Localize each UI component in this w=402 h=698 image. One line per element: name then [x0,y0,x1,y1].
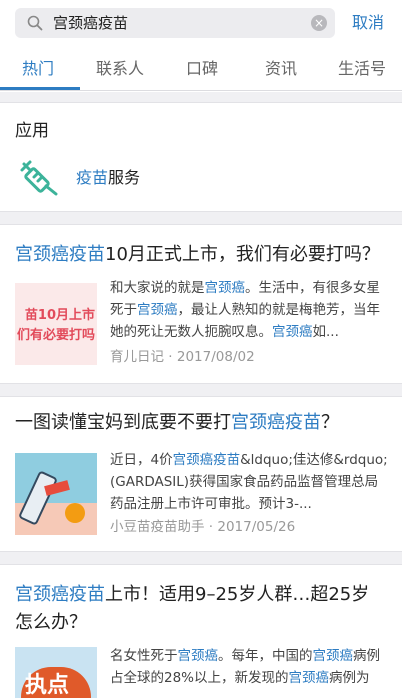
snippet-text: 。每年，中国的 [218,648,313,664]
snippet-highlight: 宫颈癌 [288,670,330,686]
snippet-text: 病例为 [329,670,370,686]
title-highlight: 宫颈癌疫苗 [15,584,105,605]
title-highlight: 宫颈癌疫苗 [15,244,105,265]
syringe-icon[interactable] [18,158,62,198]
title-text: 10月正式上市，我们有必要打吗？ [105,244,380,265]
article-title: 宫颈癌疫苗10月正式上市，我们有必要打吗？ [15,241,387,269]
snippet-highlight: 宫颈癌疫苗 [172,452,241,468]
article-card[interactable]: 宫颈癌疫苗上市！适用9–25岁人群…超25岁怎么办？ 执点 名女性死于宫颈癌。每… [0,564,402,698]
search-header: 宫颈癌疫苗 × 取消 热门 联系人 口碑 资讯 生活号 [0,0,402,92]
apps-section: 应用 疫苗服务 [0,102,402,212]
article-snippet: 和大家说的就是宫颈癌。生活中，有很多女星死于宫颈癌，最让人熟知的就是梅艳芳，当年… [110,277,388,343]
tab-bar: 热门 联系人 口碑 资讯 生活号 [0,48,402,90]
snippet-highlight: 宫颈癌 [272,324,313,340]
title-highlight: 宫颈癌疫苗 [231,412,321,433]
article-snippet: 名女性死于宫颈癌。每年，中国的宫颈癌病例占全球的28%以上，新发现的宫颈癌病例为 [110,645,388,698]
thumb-text: 们有必要打吗 [16,328,95,343]
snippet-text: 和大家说的就是 [110,280,205,296]
tab-contacts[interactable]: 联系人 [96,58,144,80]
tab-hot[interactable]: 热门 [22,58,54,80]
snippet-highlight: 宫颈癌 [312,648,354,664]
article-source: 育儿日记 [110,349,164,365]
search-query: 宫颈癌疫苗 [53,14,129,32]
title-text: ？ [321,412,339,433]
search-input[interactable]: 宫颈癌疫苗 × [15,8,335,38]
snippet-highlight: 宫颈癌 [204,280,246,296]
app-label-rest: 服务 [108,168,141,187]
article-meta: 小豆苗疫苗助手 · 2017/05/26 [110,519,296,535]
title-text: 一图读懂宝妈到底要不要打 [15,412,231,433]
tab-reviews[interactable]: 口碑 [186,58,218,80]
article-date: 2017/05/26 [217,519,296,535]
article-thumbnail [15,453,97,535]
article-source: 小豆苗疫苗助手 [110,519,205,535]
article-date: 2017/08/02 [176,349,255,365]
article-title: 一图读懂宝妈到底要不要打宫颈癌疫苗？ [15,409,387,437]
snippet-highlight: 宫颈癌 [137,302,178,318]
cancel-button[interactable]: 取消 [352,12,384,34]
snippet-text: 近日，4价 [110,452,173,468]
app-label-highlight: 疫苗 [76,168,109,187]
thumb-text: 执点 [25,673,70,698]
snippet-text: 名女性死于 [110,648,178,664]
tab-life[interactable]: 生活号 [338,58,386,80]
article-thumbnail: 执点 [15,647,97,698]
thumb-text: 苗10月上市 [24,308,95,323]
article-title: 宫颈癌疫苗上市！适用9–25岁人群…超25岁怎么办？ [15,581,387,637]
apps-heading: 应用 [15,121,49,141]
search-icon [27,15,43,31]
article-card[interactable]: 一图读懂宝妈到底要不要打宫颈癌疫苗？ 近日，4价宫颈癌疫苗&ldquo;佳达修&… [0,396,402,552]
article-card[interactable]: 宫颈癌疫苗10月正式上市，我们有必要打吗？ 苗10月上市 们有必要打吗 和大家说… [0,224,402,384]
article-thumbnail: 苗10月上市 们有必要打吗 [15,283,97,365]
snippet-highlight: 宫颈癌 [177,648,219,664]
vaccine-service-link[interactable]: 疫苗服务 [76,167,140,189]
tab-divider [0,90,402,91]
article-snippet: 近日，4价宫颈癌疫苗&ldquo;佳达修&rdquo;(GARDASIL)获得国… [110,449,388,515]
syringe-illustration [15,453,97,535]
article-meta: 育儿日记 · 2017/08/02 [110,349,255,365]
snippet-text: 如... [312,324,339,340]
tab-news[interactable]: 资讯 [265,58,297,80]
clear-icon[interactable]: × [311,15,327,31]
